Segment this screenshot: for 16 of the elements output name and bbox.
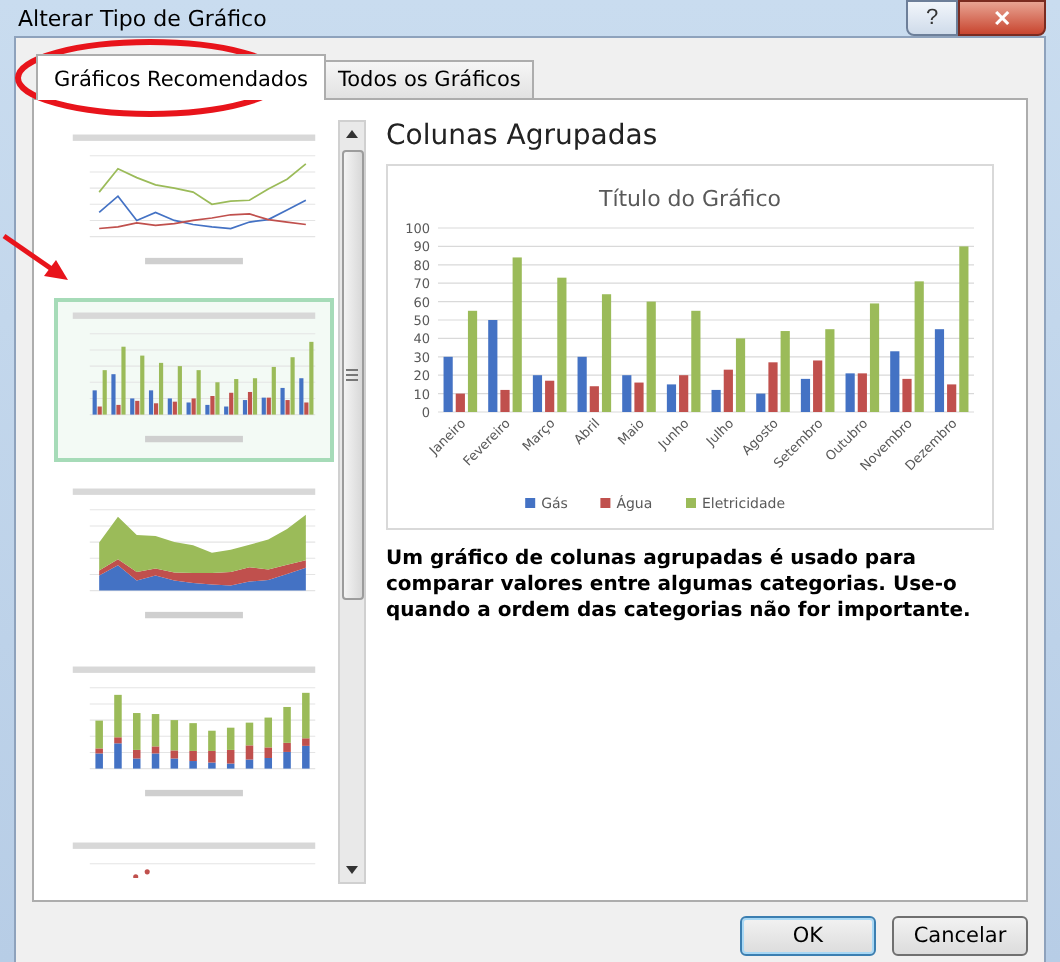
scrollbar[interactable] — [338, 120, 366, 884]
chart-description: Um gráfico de colunas agrupadas é usado para comparar valores entre algumas categorias. Use-o quando a ordem das categorias não for importante. — [386, 546, 973, 624]
help-button[interactable]: ? — [906, 0, 958, 36]
chart-type-heading: Colunas Agrupadas — [386, 120, 660, 152]
legend-swatch — [686, 498, 696, 508]
annotation-arrow — [2, 233, 68, 280]
window-title: Alterar Tipo de Gráfico — [16, 5, 267, 31]
tab[interactable]: Todos os Gráficos — [324, 60, 535, 98]
chart-title: Título do Gráfico — [598, 186, 782, 212]
ok-button[interactable]: OK — [740, 916, 876, 956]
cancel-button[interactable]: Cancelar — [892, 916, 1028, 956]
chart-thumbnail[interactable] — [54, 297, 334, 463]
legend-swatch — [525, 498, 536, 508]
scroll-thumb[interactable] — [341, 150, 363, 600]
tab[interactable]: Gráficos Recomendados — [36, 54, 326, 100]
legend-swatch — [600, 498, 611, 508]
